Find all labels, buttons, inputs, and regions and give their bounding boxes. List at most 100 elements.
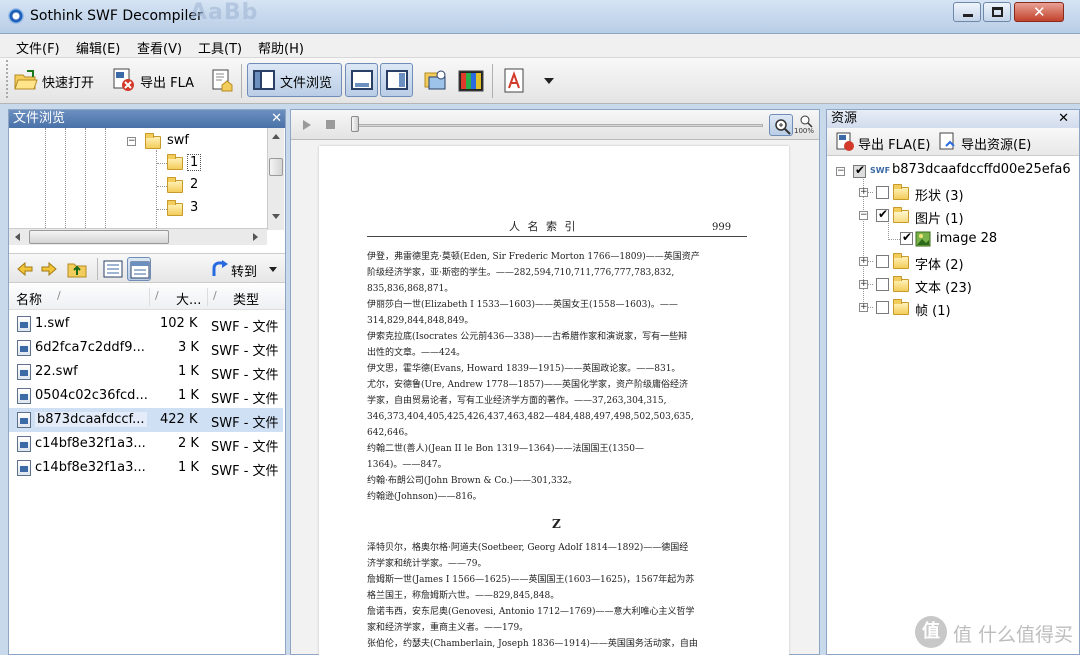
color-palette-icon[interactable] — [458, 70, 484, 92]
root-checkbox[interactable] — [853, 163, 866, 178]
goto-button[interactable]: 转到 — [231, 261, 257, 280]
file-name: c14bf8e32f1a3... — [35, 460, 146, 475]
column-size[interactable]: 大... — [176, 289, 201, 308]
folder-icon — [167, 200, 183, 216]
resource-image-28[interactable]: image 28 — [936, 231, 997, 246]
swf-file-icon — [17, 460, 31, 476]
tree-node-3[interactable]: 3 — [190, 200, 198, 215]
expand-toggle[interactable]: + — [859, 188, 868, 197]
minimize-button[interactable] — [953, 2, 981, 22]
list-item[interactable]: c14bf8e32f1a3... 1 K SWF - 文件 — [9, 456, 283, 480]
collapse-toggle[interactable]: − — [859, 211, 868, 220]
panel-close-icon[interactable]: ✕ — [1058, 110, 1069, 128]
scroll-right-icon[interactable] — [253, 233, 258, 241]
scroll-left-icon[interactable] — [15, 233, 20, 241]
list-item[interactable]: c14bf8e32f1a3... 2 K SWF - 文件 — [9, 432, 283, 456]
resource-fonts[interactable]: 字体 (2) — [915, 254, 964, 273]
checkbox[interactable] — [876, 255, 889, 268]
list-item-selected[interactable]: b873dcaafdccf... 422 K SWF - 文件 — [9, 408, 283, 432]
collapse-toggle[interactable]: − — [836, 167, 845, 176]
menu-tools[interactable]: 工具(T) — [198, 38, 242, 57]
resource-images[interactable]: 图片 (1) — [915, 208, 964, 227]
export-resources-button[interactable]: 导出资源(E) — [961, 134, 1031, 153]
layout-split-button[interactable] — [380, 63, 413, 97]
file-browser-title: 文件浏览 — [13, 111, 66, 126]
file-type: SWF - 文件 — [211, 320, 279, 335]
checkbox[interactable] — [876, 207, 889, 222]
folder-icon — [167, 154, 183, 170]
scroll-down-icon[interactable] — [272, 214, 280, 219]
playback-bar: 100% — [291, 110, 819, 140]
scroll-up-icon[interactable] — [272, 134, 280, 139]
scroll-thumb[interactable] — [269, 158, 283, 176]
resource-root[interactable]: b873dcaafdccffd00e25efa6 — [892, 162, 1071, 177]
tree-node-swf[interactable]: swf — [167, 133, 189, 148]
column-type[interactable]: 类型 — [233, 289, 259, 308]
watermark-text: 值 什么值得买 — [953, 624, 1074, 646]
stop-icon[interactable] — [326, 120, 335, 129]
resource-texts[interactable]: 文本 (23) — [915, 277, 972, 296]
resources-export-fla-button[interactable]: 导出 FLA(E) — [858, 134, 930, 153]
forward-arrow-icon[interactable] — [41, 262, 57, 276]
menu-help[interactable]: 帮助(H) — [258, 38, 304, 57]
menu-file[interactable]: 文件(F) — [16, 38, 60, 57]
resource-frames[interactable]: 帧 (1) — [915, 300, 951, 319]
scroll-thumb[interactable] — [29, 230, 169, 244]
pdf-export-icon[interactable] — [503, 68, 527, 94]
menu-edit[interactable]: 编辑(E) — [76, 38, 120, 57]
list-view-icon[interactable] — [103, 260, 123, 278]
expand-toggle[interactable]: + — [859, 257, 868, 266]
maximize-button[interactable] — [983, 2, 1011, 22]
file-browse-button[interactable]: 文件浏览 — [247, 63, 342, 97]
open-folder-icon — [893, 207, 909, 223]
expand-toggle[interactable]: + — [859, 280, 868, 289]
details-view-button[interactable] — [127, 257, 151, 281]
goto-icon[interactable] — [211, 260, 229, 278]
index-entry-line: 家和经济学家，重商主义者。——179。 — [367, 623, 529, 633]
sort-icon: / — [57, 289, 61, 302]
close-button[interactable]: ✕ — [1014, 2, 1064, 22]
export-fla-button[interactable]: 导出 FLA — [110, 64, 202, 96]
parent-folder-icon[interactable] — [67, 260, 87, 278]
menu-view[interactable]: 查看(V) — [137, 38, 182, 57]
collapse-toggle[interactable]: − — [127, 137, 136, 146]
timeline-slider[interactable] — [353, 124, 763, 127]
tree-node-2[interactable]: 2 — [190, 177, 198, 192]
tree-vertical-scrollbar[interactable] — [267, 128, 284, 230]
chevron-down-icon[interactable] — [269, 267, 277, 272]
watermark-logo-icon: 值 — [915, 616, 947, 648]
quick-open-button[interactable]: 快速打开 — [12, 64, 104, 96]
zoom-100-icon[interactable] — [797, 114, 815, 128]
checkbox[interactable] — [876, 278, 889, 291]
file-size: 2 K — [178, 436, 199, 451]
timeline-handle[interactable] — [351, 116, 359, 132]
tree-horizontal-scrollbar[interactable] — [9, 228, 267, 245]
export-html-icon[interactable] — [210, 69, 234, 93]
checkbox[interactable] — [876, 301, 889, 314]
chevron-down-icon[interactable] — [544, 78, 554, 84]
checkbox[interactable] — [900, 230, 913, 245]
file-size: 1 K — [178, 460, 199, 475]
column-name[interactable]: 名称 — [16, 289, 42, 308]
zoom-button[interactable] — [769, 114, 793, 136]
back-arrow-icon[interactable] — [17, 262, 33, 276]
file-nav-bar: 转到 — [9, 253, 285, 283]
index-entry-line: 学家，自由贸易论者，写有工业经济学方面的著作。——37,263,304,315, — [367, 396, 667, 406]
list-item[interactable]: 0504c02c36fcd... 1 K SWF - 文件 — [9, 384, 283, 408]
list-item[interactable]: 1.swf 102 K SWF - 文件 — [9, 312, 283, 336]
play-icon[interactable] — [303, 120, 311, 130]
preview-panel: 100% 人 名 索 引 999 伊登，弗雷德里克·莫顿(Eden, Sir F… — [290, 109, 820, 655]
checkbox[interactable] — [876, 186, 889, 199]
layout-single-button[interactable] — [345, 63, 378, 97]
details-view-icon — [130, 261, 150, 279]
index-entry-line: 格兰国王，称詹姆斯六世。——829,845,848。 — [367, 591, 560, 601]
tree-node-1[interactable]: 1 — [187, 154, 202, 171]
list-item[interactable]: 6d2fca7c2ddf9... 3 K SWF - 文件 — [9, 336, 283, 360]
resource-shapes[interactable]: 形状 (3) — [915, 185, 964, 204]
resource-export-icon[interactable] — [423, 69, 449, 93]
list-item[interactable]: 22.swf 1 K SWF - 文件 — [9, 360, 283, 384]
file-browser-header: 文件浏览 ✕ — [9, 110, 285, 128]
expand-toggle[interactable]: + — [859, 303, 868, 312]
panel-close-icon[interactable]: ✕ — [271, 110, 282, 128]
index-entry-line: 314,829,844,848,849。 — [367, 316, 474, 326]
